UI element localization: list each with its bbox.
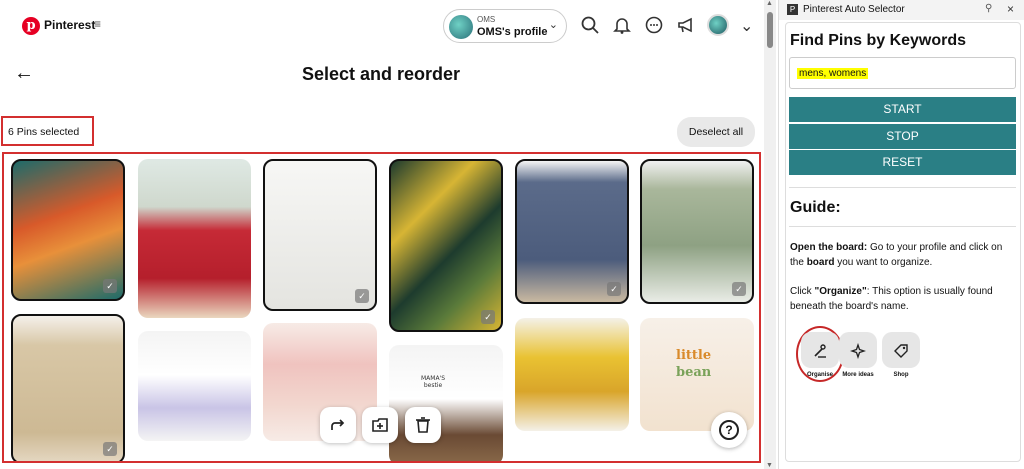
reset-button[interactable]: RESET	[789, 150, 1016, 175]
add-to-board-button[interactable]	[362, 407, 398, 443]
selected-check-icon: ✓	[607, 282, 621, 296]
pin-panel-icon[interactable]: ⚲	[985, 3, 992, 14]
pin-card[interactable]: ✓	[263, 159, 377, 311]
add-to-board-icon	[372, 417, 388, 432]
deselect-all-button[interactable]: Deselect all	[677, 117, 755, 147]
pinterest-main: p Pinterest ≡ OMS OMS's profile ⌄ ⌄ ← Se…	[0, 0, 762, 469]
bell-icon[interactable]	[612, 15, 632, 35]
user-avatar[interactable]	[707, 14, 729, 36]
pin-card[interactable]: ✓	[515, 159, 629, 304]
selected-check-icon: ✓	[355, 289, 369, 303]
pin-card[interactable]: ✓	[11, 314, 125, 461]
arrow-share-icon	[331, 419, 345, 430]
close-icon[interactable]: ×	[1007, 2, 1014, 16]
selected-check-icon: ✓	[732, 282, 746, 296]
tag-icon	[894, 344, 908, 359]
profile-name: OMS's profile	[477, 26, 548, 38]
stop-button[interactable]: STOP	[789, 124, 1016, 149]
keywords-value: mens, womens	[797, 68, 869, 79]
shop-button[interactable]	[882, 332, 920, 368]
profile-switcher[interactable]: OMS OMS's profile ⌄	[443, 9, 567, 43]
profile-small-label: OMS	[477, 15, 496, 24]
menu-icon[interactable]: ≡	[94, 17, 101, 31]
extension-titlebar: P Pinterest Auto Selector ⚲ ×	[779, 0, 1024, 20]
pin-card[interactable]	[138, 159, 251, 318]
page-title: Select and reorder	[301, 64, 461, 84]
search-icon[interactable]	[580, 15, 600, 35]
organise-button[interactable]	[801, 332, 839, 368]
avatar	[449, 15, 473, 39]
extension-window-title: Pinterest Auto Selector	[803, 4, 905, 15]
messages-icon[interactable]	[644, 15, 664, 35]
extension-panel: P Pinterest Auto Selector ⚲ × Find Pins …	[778, 0, 1024, 469]
more-ideas-label: More ideas	[842, 372, 874, 378]
start-button[interactable]: START	[789, 97, 1016, 122]
pin-text: MAMA'S bestie	[420, 375, 446, 389]
divider	[789, 226, 1016, 227]
guide-step-2: Click "Organize": This option is usually…	[790, 286, 993, 312]
scroll-up-icon[interactable]: ▲	[766, 0, 773, 7]
help-button[interactable]: ?	[711, 412, 747, 448]
pin-card[interactable]: ✓	[389, 159, 503, 332]
pin-card[interactable]: MAMA'S bestie	[389, 345, 503, 461]
pin-text-little: little	[676, 348, 712, 363]
shop-label: Shop	[893, 372, 909, 378]
guide-step-1: Open the board: Go to your profile and c…	[790, 242, 1003, 268]
pin-card[interactable]: ✓	[11, 159, 125, 301]
pin-card[interactable]	[515, 318, 629, 431]
pin-text-bean: bean	[676, 365, 712, 380]
chevron-down-icon: ⌄	[548, 19, 558, 31]
sparkle-icon	[849, 343, 867, 360]
more-ideas-button[interactable]	[839, 332, 877, 368]
trash-icon	[416, 416, 430, 433]
selected-check-icon: ✓	[103, 442, 117, 456]
help-icon: ?	[719, 420, 739, 440]
selected-check-icon: ✓	[103, 279, 117, 293]
megaphone-icon[interactable]	[676, 15, 696, 35]
extension-body: Find Pins by Keywords mens, womens START…	[785, 22, 1021, 462]
brand-name: Pinterest	[44, 18, 96, 32]
extension-heading: Find Pins by Keywords	[790, 32, 967, 49]
divider	[789, 187, 1016, 188]
guide-heading: Guide:	[790, 199, 841, 216]
selected-check-icon: ✓	[481, 310, 495, 324]
pin-card[interactable]	[138, 331, 251, 441]
move-button[interactable]	[320, 407, 356, 443]
delete-button[interactable]	[405, 407, 441, 443]
keywords-input[interactable]: mens, womens	[789, 57, 1016, 89]
extension-logo-icon: P	[787, 4, 798, 15]
page-scrollbar[interactable]: ▲ ▼	[764, 0, 776, 469]
scroll-thumb[interactable]	[767, 12, 773, 48]
scroll-down-icon[interactable]: ▼	[766, 462, 773, 469]
top-nav: p Pinterest ≡ OMS OMS's profile ⌄ ⌄	[0, 0, 762, 52]
selected-count: 6 Pins selected	[1, 116, 94, 146]
organise-icon	[814, 344, 826, 358]
pinterest-logo-icon[interactable]: p	[22, 17, 40, 35]
pin-card[interactable]: ✓	[640, 159, 754, 304]
account-chevron-icon[interactable]: ⌄	[740, 16, 753, 36]
